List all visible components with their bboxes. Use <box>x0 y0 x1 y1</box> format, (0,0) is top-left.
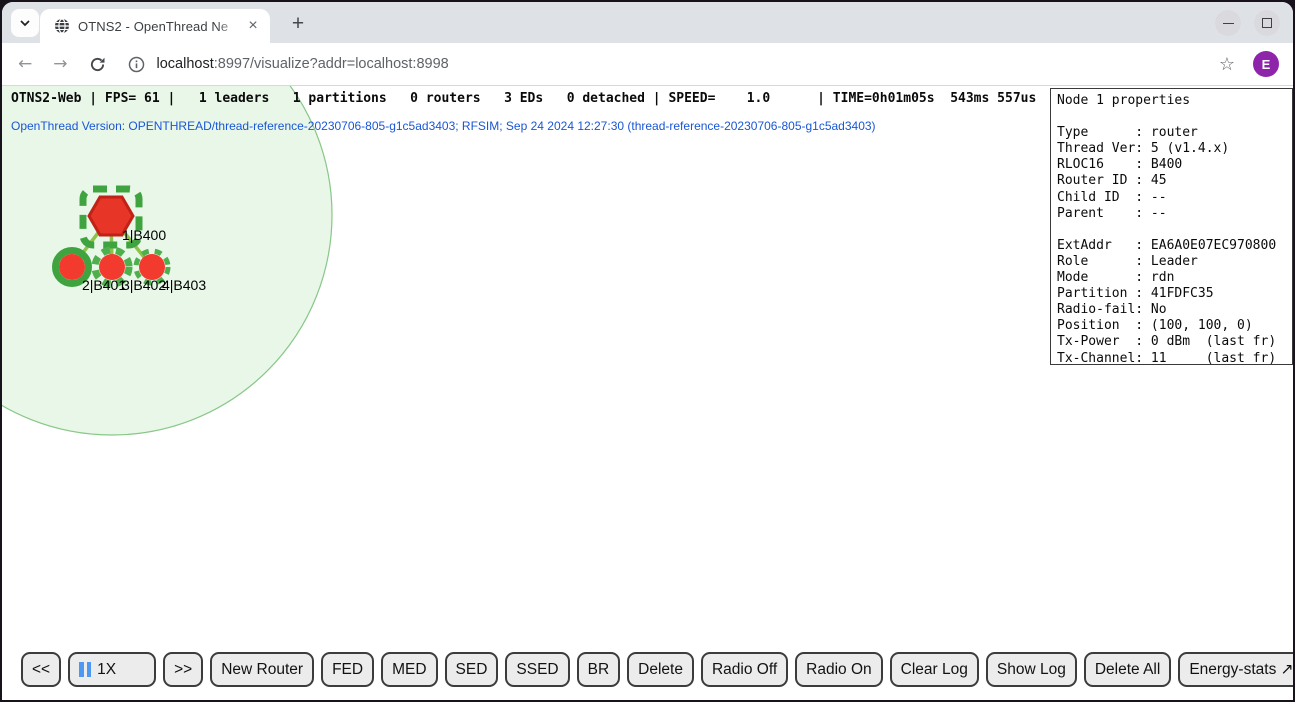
url-bar[interactable]: localhost:8997/visualize?addr=localhost:… <box>157 56 1211 72</box>
speed-up-button[interactable]: >> <box>163 652 203 687</box>
delete-all-button-label: Delete All <box>1095 661 1160 679</box>
energy-stats-button[interactable]: Energy-stats ↗ <box>1178 652 1293 687</box>
delete-button-label: Delete <box>638 661 683 679</box>
visualizer-area: 1|B400 2|B401 3|B402 4|B403 OTNS2-Web | … <box>2 86 1293 700</box>
tab-close-button[interactable]: × <box>244 17 262 35</box>
new-router-button-label: New Router <box>221 661 303 679</box>
delete-button[interactable]: Delete <box>627 652 694 687</box>
speed-down-button[interactable]: << <box>21 652 61 687</box>
speed-up-button-label: >> <box>174 661 192 679</box>
show-log-button[interactable]: Show Log <box>986 652 1077 687</box>
tab-strip: OTNS2 - OpenThread Ne × + <box>2 2 1293 43</box>
openthread-version-line: OpenThread Version: OPENTHREAD/thread-re… <box>11 119 876 133</box>
url-host: localhost <box>157 56 214 72</box>
forward-button[interactable]: → <box>53 54 67 74</box>
status-bar: OTNS2-Web | FPS= 61 | 1 leaders 1 partit… <box>11 91 1036 106</box>
energy-stats-button-label: Energy-stats ↗ <box>1189 660 1293 679</box>
radio-off-button[interactable]: Radio Off <box>701 652 788 687</box>
maximize-button[interactable] <box>1254 10 1280 36</box>
speed-button[interactable]: 1X <box>68 652 156 687</box>
network-canvas[interactable]: 1|B400 2|B401 3|B402 4|B403 <box>2 86 1052 646</box>
info-icon <box>128 56 145 73</box>
tab-title-fade <box>216 13 242 39</box>
radio-on-button-label: Radio On <box>806 661 871 679</box>
reload-icon <box>89 56 106 73</box>
url-path: :8997/visualize?addr=localhost:8998 <box>214 56 449 72</box>
bookmark-star-icon[interactable]: ☆ <box>1219 54 1235 75</box>
clear-log-button[interactable]: Clear Log <box>890 652 979 687</box>
new-med-button[interactable]: MED <box>381 652 437 687</box>
speed-button-label: 1X <box>97 661 116 679</box>
minimize-button[interactable] <box>1215 10 1241 36</box>
pause-icon <box>79 662 91 677</box>
chevron-down-icon <box>17 15 33 31</box>
new-router-button[interactable]: New Router <box>210 652 314 687</box>
node-properties-text: Node 1 properties Type : router Thread V… <box>1051 89 1292 371</box>
new-med-button-label: MED <box>392 661 426 679</box>
new-sed-button-label: SED <box>456 661 488 679</box>
delete-all-button[interactable]: Delete All <box>1084 652 1171 687</box>
node-1-label: 1|B400 <box>122 227 166 243</box>
minimize-icon <box>1223 23 1234 24</box>
reload-button[interactable] <box>89 56 106 73</box>
globe-favicon-icon <box>54 18 70 34</box>
browser-window: OTNS2 - OpenThread Ne × + ← → lo <box>2 2 1293 700</box>
tab-search-button[interactable] <box>11 9 39 37</box>
new-fed-button[interactable]: FED <box>321 652 374 687</box>
new-ssed-button-label: SSED <box>516 661 558 679</box>
back-button[interactable]: ← <box>18 54 32 74</box>
window-controls <box>1215 10 1280 36</box>
node-properties-panel: Node 1 properties Type : router Thread V… <box>1050 88 1293 365</box>
new-sed-button[interactable]: SED <box>445 652 499 687</box>
browser-toolbar: ← → localhost:8997/visualize?addr=localh… <box>2 43 1293 86</box>
new-ssed-button[interactable]: SSED <box>505 652 569 687</box>
node-4-label: 4|B403 <box>162 277 206 293</box>
clear-log-button-label: Clear Log <box>901 661 968 679</box>
node-3-label: 3|B402 <box>122 277 166 293</box>
active-tab[interactable]: OTNS2 - OpenThread Ne × <box>40 9 270 43</box>
bottom-toolbar: << 1X >> New Router FED MED SED SSED BR Delete Rad… <box>21 652 1293 687</box>
new-br-button[interactable]: BR <box>577 652 621 687</box>
radio-on-button[interactable]: Radio On <box>795 652 882 687</box>
show-log-button-label: Show Log <box>997 661 1066 679</box>
site-info-button[interactable] <box>128 56 145 73</box>
profile-avatar[interactable]: E <box>1253 51 1279 77</box>
radio-off-button-label: Radio Off <box>712 661 777 679</box>
new-br-button-label: BR <box>588 661 610 679</box>
node-2-label: 2|B401 <box>82 277 126 293</box>
maximize-icon <box>1262 18 1272 28</box>
new-fed-button-label: FED <box>332 661 363 679</box>
speed-down-button-label: << <box>32 661 50 679</box>
new-tab-button[interactable]: + <box>284 11 312 39</box>
